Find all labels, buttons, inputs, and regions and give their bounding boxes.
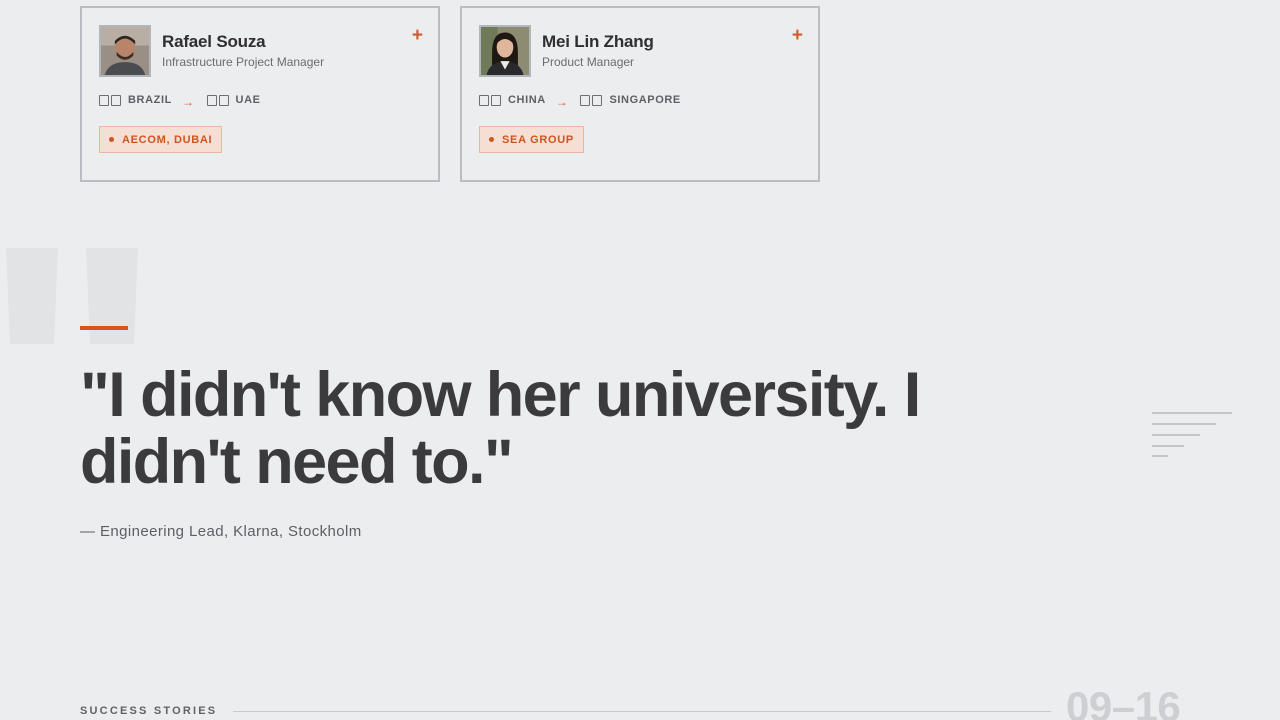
plus-icon[interactable]: +: [412, 26, 423, 45]
profile-role: Infrastructure Project Manager: [162, 55, 325, 69]
flag-placeholder-icon: [479, 94, 501, 106]
avatar: [99, 25, 151, 77]
section-label: SUCCESS STORIES: [80, 705, 218, 717]
profile-card[interactable]: Rafael Souza Infrastructure Project Mana…: [80, 6, 440, 182]
text-lines-icon: [1152, 412, 1232, 457]
company-tag: AECOM, DUBAI: [99, 126, 223, 153]
page-counter: 09–16: [1066, 683, 1181, 720]
arrow-right-icon: →: [555, 95, 569, 109]
page: Rafael Souza Infrastructure Project Mana…: [0, 0, 1280, 720]
arrow-right-icon: →: [181, 95, 195, 109]
relocation-route: CHINA → SINGAPORE: [479, 93, 681, 109]
origin-country: CHINA: [508, 94, 546, 106]
profile-name: Rafael Souza: [162, 32, 266, 51]
profile-role: Product Manager: [542, 55, 635, 69]
dot-icon: [109, 137, 114, 142]
divider: [233, 711, 1051, 712]
destination-country: UAE: [235, 94, 261, 106]
company-label: SEA GROUP: [502, 133, 574, 146]
profile-name: Mei Lin Zhang: [542, 32, 654, 51]
avatar: [479, 25, 531, 77]
company-label: AECOM, DUBAI: [122, 133, 213, 146]
profile-card[interactable]: Mei Lin Zhang Product Manager + CHINA → …: [460, 6, 820, 182]
testimonial-attribution: — Engineering Lead, Klarna, Stockholm: [80, 523, 362, 540]
flag-placeholder-icon: [206, 94, 229, 106]
accent-bar: [80, 326, 128, 330]
plus-icon[interactable]: +: [792, 26, 803, 45]
origin-country: BRAZIL: [128, 94, 172, 106]
flag-placeholder-icon: [580, 94, 603, 106]
quote-mark-icon: [6, 248, 138, 344]
dot-icon: [489, 137, 494, 142]
company-tag: SEA GROUP: [479, 126, 584, 153]
relocation-route: BRAZIL → UAE: [99, 93, 261, 109]
flag-placeholder-icon: [99, 94, 121, 106]
testimonial-quote: "I didn't know her university. I didn't …: [80, 360, 921, 497]
destination-country: SINGAPORE: [609, 94, 681, 106]
